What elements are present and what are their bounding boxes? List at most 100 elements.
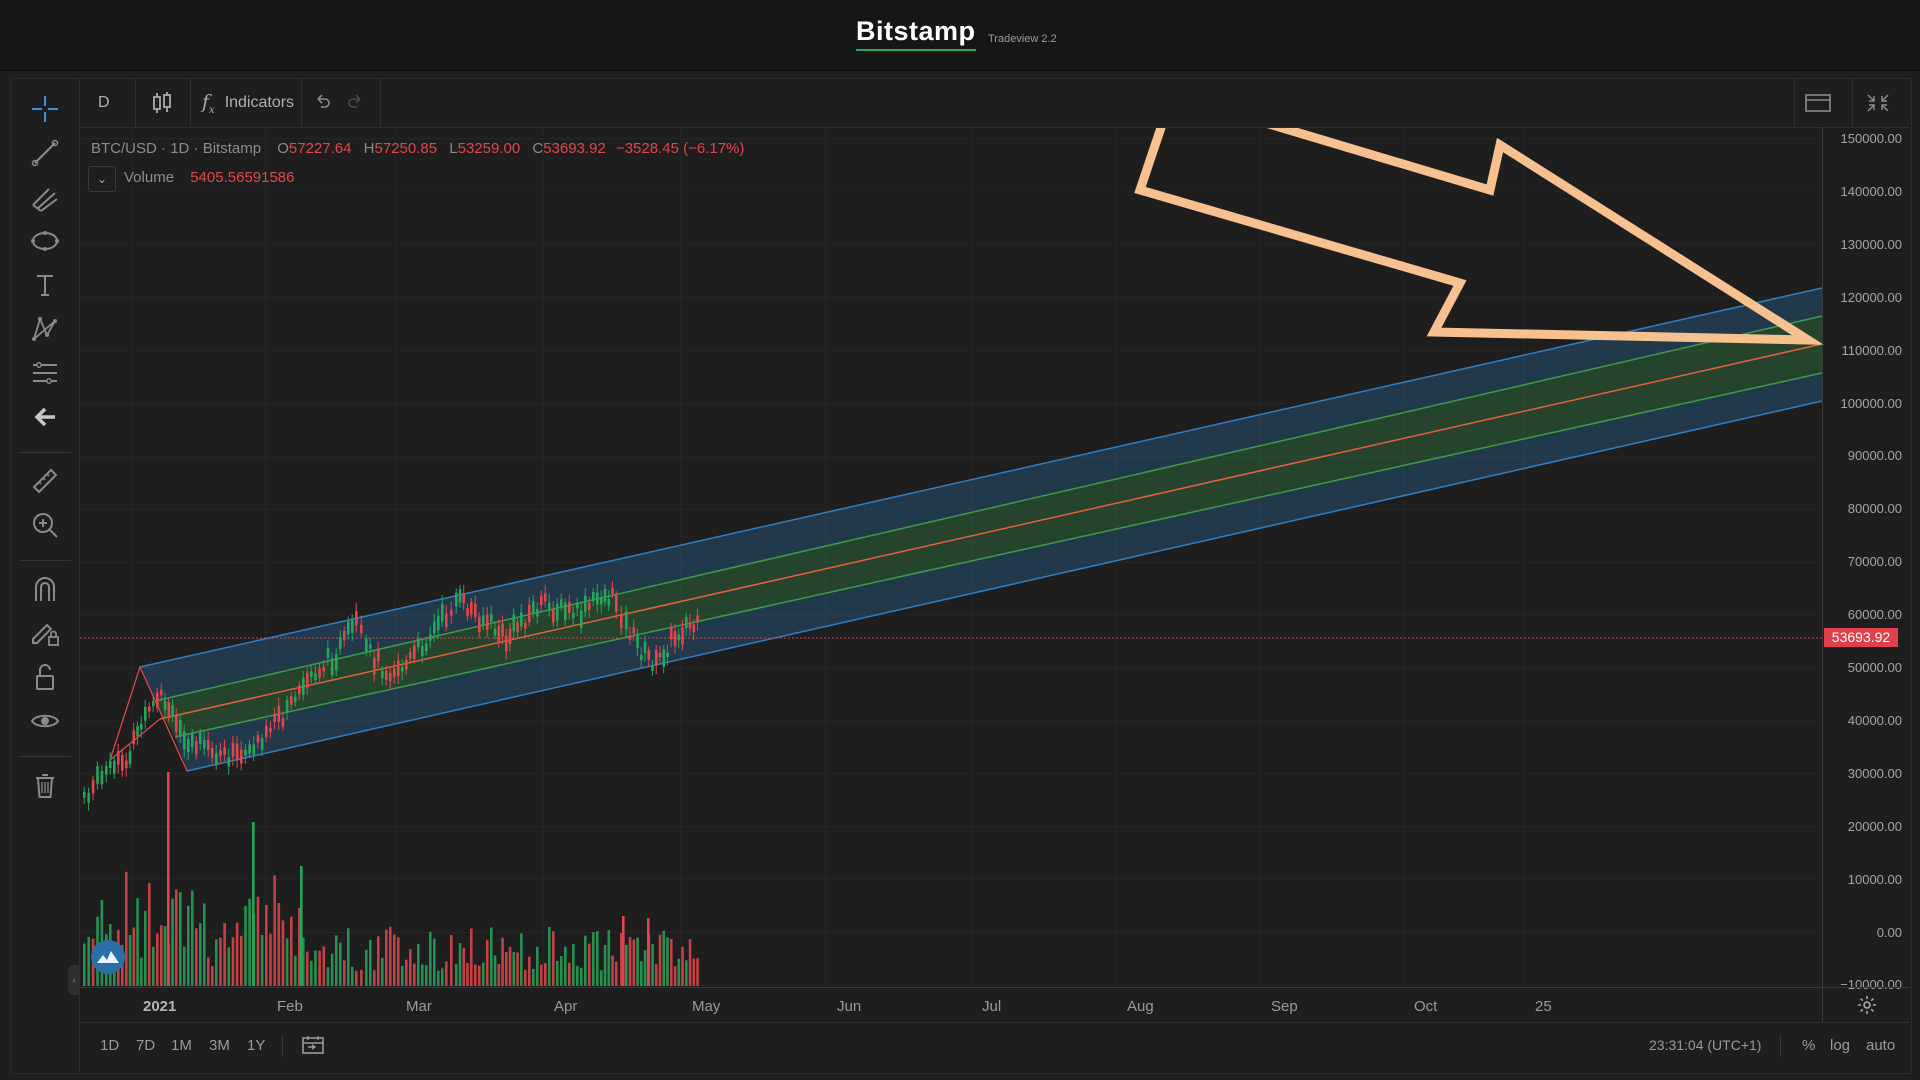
candle-body <box>592 592 595 601</box>
candle-body <box>666 652 669 658</box>
chart-canvas[interactable] <box>0 0 1920 1080</box>
clock[interactable]: 23:31:04 (UTC+1) <box>1649 1037 1761 1053</box>
price-tick: 80000.00 <box>1847 501 1902 517</box>
candle-body <box>516 622 519 633</box>
bottom-toolbar: 1D 7D 1M 3M 1Y 23:31:04 (UTC+1) % log au… <box>80 1022 1909 1071</box>
candle-body <box>87 792 90 803</box>
date-range-icon[interactable] <box>302 1035 324 1059</box>
volume-bar <box>520 933 523 986</box>
candle-body <box>413 645 416 659</box>
candle-body <box>302 678 305 695</box>
candle-body <box>223 747 226 755</box>
candle-body <box>83 792 86 798</box>
channel-outer-band-lower <box>175 373 1822 771</box>
ellipse-icon[interactable] <box>27 223 63 259</box>
time-tick: Apr <box>554 998 578 1015</box>
volume-bar <box>615 961 618 986</box>
volume-bar <box>600 970 603 986</box>
scroll-left-button[interactable]: ‹ <box>68 965 80 995</box>
candle-body <box>105 765 108 775</box>
candle-body <box>373 657 376 675</box>
channel-inner-band <box>155 316 1822 737</box>
volume-bar <box>401 965 404 986</box>
volume-bar <box>478 965 481 986</box>
tradeview-logo-icon[interactable] <box>91 940 125 974</box>
trend-line-icon[interactable] <box>27 135 63 171</box>
candle-body <box>445 613 448 627</box>
fib-icon[interactable] <box>27 355 63 391</box>
magnet-icon[interactable] <box>27 571 63 607</box>
candle-body <box>240 749 243 764</box>
pitchfork-icon[interactable] <box>27 179 63 215</box>
candle-body <box>548 602 551 611</box>
volume-bar <box>167 772 170 986</box>
candles-icon[interactable] <box>142 79 182 127</box>
candle-body <box>685 617 688 629</box>
volume-bar <box>636 937 639 986</box>
volume-bar <box>87 936 90 986</box>
volume-bar <box>351 966 354 986</box>
ruler-icon[interactable] <box>27 463 63 499</box>
volume-bar <box>505 952 508 986</box>
volume-collapse-button[interactable]: ⌄ <box>88 166 116 192</box>
candle-body <box>409 652 412 659</box>
candle-body <box>568 602 571 613</box>
candle-body <box>636 633 639 649</box>
lock-pencil-icon[interactable] <box>27 615 63 651</box>
candle-body <box>339 637 342 650</box>
percent-toggle[interactable]: % <box>1802 1037 1815 1054</box>
candle-body <box>450 610 453 616</box>
volume-bar <box>673 966 677 986</box>
candle-body <box>501 623 504 637</box>
volume-bar <box>474 964 477 986</box>
interval-button[interactable]: D <box>98 79 110 127</box>
chart-settings-button[interactable] <box>1822 987 1910 1022</box>
layout-icon[interactable] <box>1805 79 1831 127</box>
volume-bar <box>163 926 167 986</box>
log-toggle[interactable]: log <box>1830 1037 1850 1054</box>
range-1d[interactable]: 1D <box>100 1037 119 1054</box>
time-axis[interactable]: 2021 Feb Mar Apr May Jun Jul Aug Sep Oct 25 <box>80 987 1822 1022</box>
text-icon[interactable] <box>27 267 63 303</box>
candle-body <box>273 713 276 722</box>
range-3m[interactable]: 3M <box>209 1037 230 1054</box>
volume-bar <box>417 943 420 986</box>
undo-icon[interactable] <box>312 79 332 127</box>
candle-body <box>508 628 512 645</box>
price-tick: 130000.00 <box>1840 236 1902 252</box>
auto-toggle[interactable]: auto <box>1866 1037 1895 1054</box>
range-1m[interactable]: 1M <box>171 1037 192 1054</box>
volume-bar <box>508 946 512 986</box>
volume-bar <box>429 931 432 986</box>
range-7d[interactable]: 7D <box>136 1037 155 1054</box>
volume-bar <box>144 910 147 986</box>
channel-outer-band-upper <box>140 288 1822 701</box>
range-1y[interactable]: 1Y <box>247 1037 265 1054</box>
candle-body <box>544 593 547 602</box>
price-axis[interactable]: 150000.00 140000.00 130000.00 120000.00 1100… <box>1822 127 1910 992</box>
volume-bar <box>322 946 326 986</box>
trash-icon[interactable] <box>27 767 63 803</box>
candle-body <box>314 673 317 681</box>
zoom-in-icon[interactable] <box>27 507 63 543</box>
crosshair-icon[interactable] <box>27 91 63 127</box>
volume-bar <box>568 962 571 986</box>
candle-body <box>187 738 190 753</box>
arrow-left-icon[interactable] <box>27 399 63 435</box>
eye-icon[interactable] <box>27 703 63 739</box>
volume-bar <box>625 944 628 986</box>
pattern-icon[interactable] <box>27 311 63 347</box>
volume-bar <box>314 950 317 986</box>
volume-bar <box>611 955 614 986</box>
time-tick: Mar <box>406 998 432 1015</box>
candle-body <box>298 685 301 695</box>
unlock-icon[interactable] <box>27 659 63 695</box>
fullscreen-icon[interactable] <box>1865 79 1891 127</box>
redo-icon[interactable] <box>346 79 366 127</box>
volume-bar <box>260 934 264 986</box>
volume-bar <box>512 952 516 986</box>
volume-bar <box>310 960 313 986</box>
volume-bar <box>211 966 214 986</box>
volume-bar <box>269 933 272 986</box>
candle-body <box>662 649 666 667</box>
